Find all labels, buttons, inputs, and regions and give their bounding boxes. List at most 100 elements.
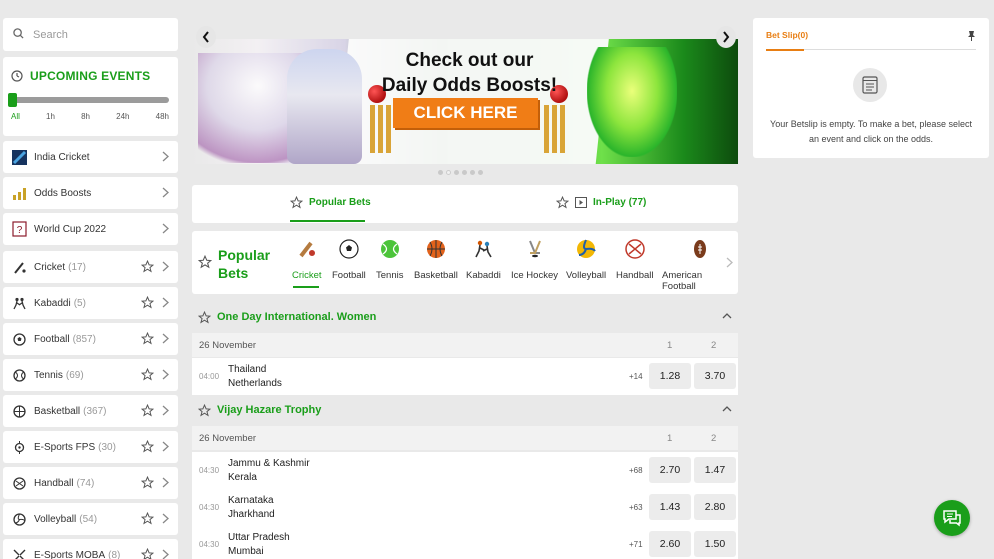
chevron-right-icon [162, 333, 169, 344]
bet-slip-tab[interactable]: Bet Slip(0) [766, 30, 808, 40]
odds-button-2[interactable]: 2.80 [694, 494, 736, 520]
star-icon[interactable] [141, 512, 154, 525]
sport-tab-label: Ice Hockey [511, 270, 558, 281]
sport-count: (857) [72, 333, 96, 345]
sport-tab-basketball[interactable]: Basketball [414, 239, 458, 281]
sport-item-handball[interactable]: Handball (74) [3, 467, 178, 499]
star-icon[interactable] [198, 310, 211, 324]
match-row[interactable]: 04:30 Uttar Pradesh Mumbai +71 2.60 1.50 [192, 526, 738, 559]
chevron-up-icon[interactable] [722, 405, 732, 412]
star-icon[interactable] [141, 476, 154, 489]
tab-in-play[interactable]: In-Play (77) [556, 196, 646, 209]
tab-popular-bets[interactable]: Popular Bets [290, 196, 371, 209]
star-icon [290, 196, 303, 209]
sport-item-tennis[interactable]: Tennis (69) [3, 359, 178, 391]
football-icon [12, 331, 27, 347]
popular-bets-title: Popular Bets [218, 247, 271, 281]
tennis-ball-icon [380, 239, 400, 259]
odds-button-2[interactable]: 1.47 [694, 457, 736, 483]
match-teams[interactable]: Karnataka Jharkhand [228, 494, 275, 522]
sport-tab-football[interactable]: Football [332, 239, 366, 281]
sport-item-football[interactable]: Football (857) [3, 323, 178, 355]
match-teams[interactable]: Uttar Pradesh Mumbai [228, 531, 290, 559]
more-markets-count[interactable]: +71 [629, 540, 643, 549]
match-row[interactable]: 04:30 Karnataka Jharkhand +63 1.43 2.80 [192, 489, 738, 526]
tick-label[interactable]: 48h [156, 112, 169, 121]
carousel-dot[interactable] [470, 170, 475, 175]
star-icon[interactable] [141, 332, 154, 345]
banner-prev-button[interactable] [196, 26, 216, 48]
kabaddi-icon [12, 295, 27, 311]
star-icon[interactable] [141, 260, 154, 273]
carousel-dot[interactable] [438, 170, 443, 175]
odds-button-2[interactable]: 1.50 [694, 531, 736, 557]
sport-tab-handball[interactable]: Handball [616, 239, 654, 281]
quick-link-world-cup[interactable]: ? World Cup 2022 [3, 213, 178, 245]
quick-link-india-cricket[interactable]: India Cricket [3, 141, 178, 173]
chat-button[interactable] [934, 500, 970, 536]
odds-button-1[interactable]: 1.43 [649, 494, 691, 520]
promo-banner[interactable]: Check out our Daily Odds Boosts! CLICK H… [192, 18, 738, 175]
odds-button-1[interactable]: 2.70 [649, 457, 691, 483]
sport-tab-kabaddi[interactable]: Kabaddi [466, 239, 501, 281]
star-icon[interactable] [141, 548, 154, 559]
chevron-up-icon[interactable] [722, 312, 732, 319]
sport-item-volleyball[interactable]: Volleyball (54) [3, 503, 178, 535]
match-teams[interactable]: Thailand Netherlands [228, 363, 282, 391]
sport-tab-cricket[interactable]: Cricket [292, 239, 322, 281]
star-icon[interactable] [141, 368, 154, 381]
tick-label[interactable]: All [11, 112, 20, 121]
time-range-slider[interactable] [8, 93, 169, 107]
more-markets-count[interactable]: +68 [629, 466, 643, 475]
sport-tab-ice-hockey[interactable]: Ice Hockey [511, 239, 558, 281]
match-teams[interactable]: Jammu & Kashmir Kerala [228, 457, 310, 485]
league-header[interactable]: Vijay Hazare Trophy [192, 395, 738, 425]
sport-label: E-Sports MOBA [34, 549, 106, 559]
sport-tab-tennis[interactable]: Tennis [376, 239, 403, 281]
sport-item-cricket[interactable]: Cricket (17) [3, 251, 178, 283]
league-header[interactable]: One Day International. Women [192, 302, 738, 332]
chevron-right-icon [162, 187, 169, 198]
tick-label[interactable]: 24h [116, 112, 129, 121]
star-icon [556, 196, 569, 209]
chevron-left-icon [202, 31, 209, 43]
banner-next-button[interactable] [716, 26, 736, 48]
sport-tab-label: Kabaddi [466, 270, 501, 281]
tick-label[interactable]: 1h [46, 112, 55, 121]
chevron-right-icon [162, 477, 169, 488]
sport-tab-volleyball[interactable]: Volleyball [566, 239, 606, 281]
star-icon[interactable] [198, 403, 211, 417]
more-markets-count[interactable]: +14 [629, 372, 643, 381]
search-input[interactable]: Search [3, 18, 178, 51]
team-away: Netherlands [228, 378, 282, 389]
pin-icon[interactable] [967, 30, 976, 41]
carousel-dot[interactable] [478, 170, 483, 175]
sport-item-esports-fps[interactable]: E-Sports FPS (30) [3, 431, 178, 463]
odds-button-2[interactable]: 3.70 [694, 363, 736, 389]
slider-handle[interactable] [8, 93, 17, 107]
star-icon[interactable] [141, 296, 154, 309]
sport-item-basketball[interactable]: Basketball (367) [3, 395, 178, 427]
carousel-dot[interactable] [454, 170, 459, 175]
sport-tab-label: American Football [662, 270, 703, 292]
sport-label: E-Sports FPS [34, 441, 96, 453]
star-icon[interactable] [141, 404, 154, 417]
match-row[interactable]: 04:30 Jammu & Kashmir Kerala +68 2.70 1.… [192, 452, 738, 489]
sport-item-kabaddi[interactable]: Kabaddi (5) [3, 287, 178, 319]
click-here-button[interactable]: CLICK HERE [393, 98, 538, 128]
odds-button-1[interactable]: 1.28 [649, 363, 691, 389]
quick-link-odds-boosts[interactable]: Odds Boosts [3, 177, 178, 209]
star-icon[interactable] [141, 440, 154, 453]
sport-label: Football [34, 333, 70, 345]
sport-item-esports-moba[interactable]: E-Sports MOBA (8) [3, 539, 178, 559]
tick-label[interactable]: 8h [81, 112, 90, 121]
star-icon[interactable] [198, 255, 212, 269]
carousel-dot[interactable] [462, 170, 467, 175]
odds-button-1[interactable]: 2.60 [649, 531, 691, 557]
carousel-dot-active[interactable] [446, 170, 451, 175]
chevron-right-icon[interactable] [726, 257, 733, 268]
more-markets-count[interactable]: +63 [629, 503, 643, 512]
chevron-right-icon [723, 31, 730, 43]
sport-tab-label: Handball [616, 270, 654, 281]
match-row[interactable]: 04:00 Thailand Netherlands +14 1.28 3.70 [192, 358, 738, 395]
